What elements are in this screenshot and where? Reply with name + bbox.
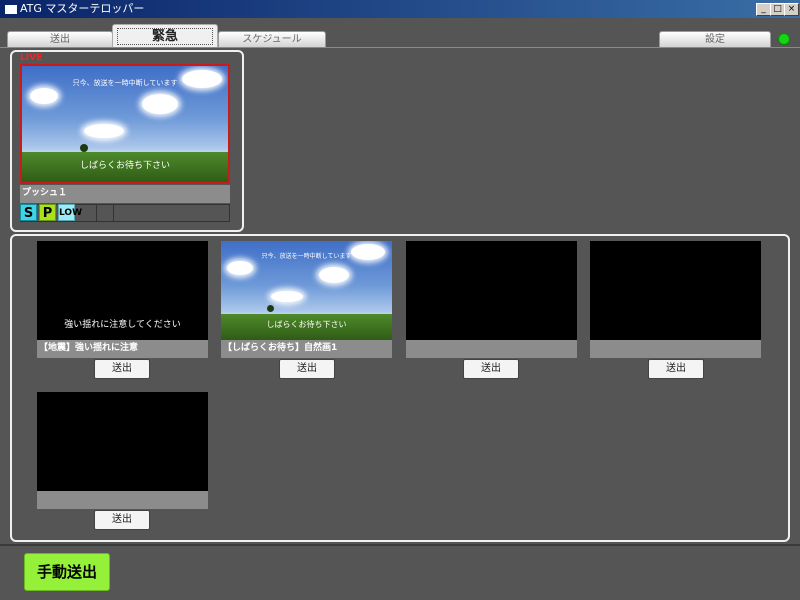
- close-button[interactable]: ×: [784, 3, 799, 16]
- card-caption: [406, 340, 577, 358]
- app-icon: [4, 4, 18, 15]
- settings-label: 設定: [705, 34, 725, 45]
- manual-send-button[interactable]: 手動送出: [24, 553, 110, 591]
- card-caption: [590, 340, 761, 358]
- s-badge: S: [20, 204, 37, 221]
- cloud: [319, 267, 349, 283]
- maximize-button[interactable]: □: [770, 3, 785, 16]
- card-preview[interactable]: [406, 241, 577, 340]
- divider: [113, 205, 114, 221]
- status-indicator: [778, 33, 790, 45]
- cloud: [142, 94, 178, 114]
- send-button[interactable]: 送出: [94, 359, 150, 379]
- live-caption: プッシュ１: [20, 185, 230, 203]
- divider: [96, 205, 97, 221]
- card-top-text: 只今、放送を一時中断しています: [261, 253, 352, 260]
- send-button[interactable]: 送出: [463, 359, 519, 379]
- card-overlay-text: 強い揺れに注意してください: [64, 320, 181, 330]
- tab-emergency[interactable]: 緊急: [112, 24, 218, 48]
- tree: [80, 144, 88, 152]
- p-badge: P: [39, 204, 56, 221]
- window-title: ATG マスターテロッパー: [20, 2, 145, 15]
- card-caption: 【しばらくお待ち】自然画1: [221, 340, 392, 358]
- cloud: [227, 261, 253, 275]
- cloud: [30, 88, 58, 104]
- tab-divider: [0, 47, 800, 48]
- card-caption: [37, 491, 208, 509]
- tab-schedule[interactable]: スケジュール: [218, 31, 326, 48]
- tab-schedule-label: スケジュール: [242, 34, 302, 45]
- minimize-button[interactable]: _: [756, 3, 771, 16]
- send-button[interactable]: 送出: [279, 359, 335, 379]
- send-button[interactable]: 送出: [648, 359, 704, 379]
- settings-button[interactable]: 設定: [659, 31, 771, 48]
- send-button[interactable]: 送出: [94, 510, 150, 530]
- live-label: LIVE: [20, 53, 43, 63]
- card-preview[interactable]: [37, 392, 208, 491]
- cloud: [271, 291, 303, 302]
- card-overlay-text: しばらくお待ち下さい: [266, 320, 347, 329]
- card-preview[interactable]: [590, 241, 761, 340]
- bottom-divider: [0, 544, 800, 546]
- cloud: [84, 124, 124, 138]
- live-preview: 只今、放送を一時中断しています しばらくお待ち下さい: [20, 64, 230, 184]
- tab-send[interactable]: 送出: [7, 31, 113, 48]
- title-bar: ATG マスターテロッパー _ □ ×: [0, 0, 800, 18]
- low-badge: LOW: [58, 204, 82, 221]
- focus-outline: [117, 28, 213, 45]
- card-preview[interactable]: 只今、放送を一時中断しています しばらくお待ち下さい: [221, 241, 392, 340]
- live-top-text: 只今、放送を一時中断しています: [72, 79, 178, 87]
- tab-send-label: 送出: [50, 34, 70, 45]
- tree: [267, 305, 274, 312]
- card-preview[interactable]: 強い揺れに注意してください: [37, 241, 208, 340]
- live-bottom-text: しばらくお待ち下さい: [79, 161, 170, 171]
- card-caption: 【地震】強い揺れに注意: [37, 340, 208, 358]
